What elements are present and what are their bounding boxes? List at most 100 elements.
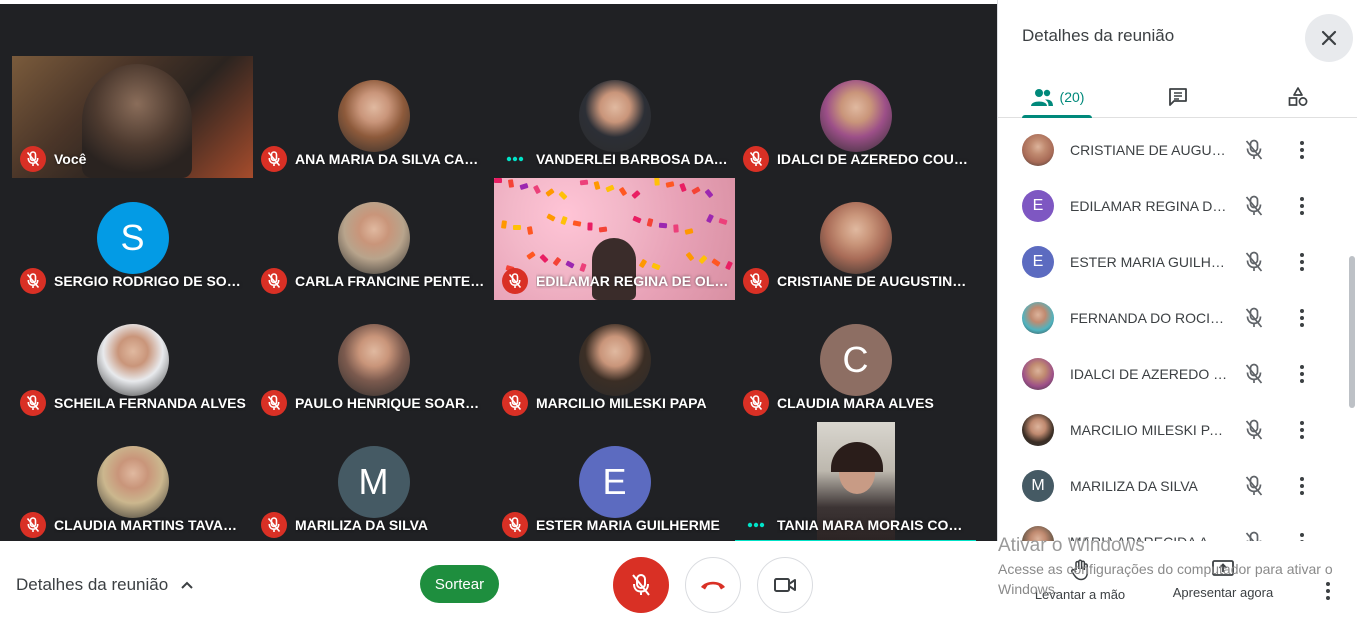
close-panel-button[interactable] [1305, 14, 1353, 62]
list-item[interactable]: FERNANDA DO ROCIO ... [998, 290, 1348, 346]
participant-more-button[interactable] [1290, 138, 1314, 162]
list-item[interactable]: IDALCI DE AZEREDO C... [998, 346, 1348, 402]
participant-avatar: C [819, 324, 892, 396]
participant-grid: Você ANA MARIA DA SILVA CAMP... VANDERLEI … [12, 56, 977, 545]
participant-more-button[interactable] [1290, 194, 1314, 218]
participant-tile[interactable]: IDALCI DE AZEREDO COUTIN... [735, 56, 976, 178]
people-count: (20) [1059, 89, 1085, 105]
list-item[interactable]: M MARILIZA DA SILVA [998, 458, 1348, 514]
participant-name: CLAUDIA MARA ALVES [777, 395, 934, 411]
mic-off-icon [632, 574, 650, 596]
participant-name: CRISTIANE DE AUGUSTINHO... [777, 273, 970, 289]
participant-tile[interactable]: CRISTIANE DE AUGUSTINHO... [735, 178, 976, 300]
participant-tile[interactable]: M MARILIZA DA SILVA [253, 422, 494, 544]
participant-avatar [337, 202, 410, 274]
chevron-up-icon [181, 581, 193, 589]
participant-name: IDALCI DE AZEREDO C... [1070, 366, 1228, 382]
leave-call-button[interactable] [685, 557, 741, 613]
participant-nameplate: CLAUDIA MARTINS TAVARES [20, 512, 247, 538]
panel-title: Detalhes da reunião [1022, 26, 1175, 45]
participant-avatar: S [96, 202, 169, 274]
mic-off-icon [20, 146, 46, 172]
participant-name: ESTER MARIA GUILHERME [536, 517, 720, 533]
mic-off-icon [743, 146, 769, 172]
participant-tile[interactable]: S SERGIO RODRIGO DE SOUZA... [12, 178, 253, 300]
participant-tile[interactable]: TANIA MARA MORAIS CORD... [735, 422, 976, 544]
participant-more-button[interactable] [1290, 474, 1314, 498]
mic-off-icon [1242, 362, 1266, 386]
sortear-button[interactable]: Sortear [420, 565, 499, 603]
participant-avatar [96, 446, 169, 518]
participant-tile[interactable]: ANA MARIA DA SILVA CAMP... [253, 56, 494, 178]
camera-icon [774, 578, 796, 592]
tab-chat[interactable] [1154, 76, 1202, 118]
participant-nameplate: SERGIO RODRIGO DE SOUZA... [20, 268, 247, 294]
participant-name: Você [54, 151, 87, 167]
participant-name: PAULO HENRIQUE SOARES B... [295, 395, 488, 411]
toggle-camera-button[interactable] [757, 557, 813, 613]
participant-nameplate: PAULO HENRIQUE SOARES B... [261, 390, 488, 416]
participant-nameplate: TANIA MARA MORAIS CORD... [743, 512, 970, 538]
participant-name: MARILIZA DA SILVA [295, 517, 428, 533]
participant-tile[interactable]: CARLA FRANCINE PENTEADO [253, 178, 494, 300]
participant-more-button[interactable] [1290, 530, 1314, 541]
participant-nameplate: MARILIZA DA SILVA [261, 512, 488, 538]
participant-nameplate: ANA MARIA DA SILVA CAMP... [261, 146, 488, 172]
participant-tile[interactable]: E ESTER MARIA GUILHERME [494, 422, 735, 544]
chat-icon [1169, 88, 1187, 106]
speaking-indicator-icon [502, 146, 528, 172]
present-now-button[interactable]: Apresentar agora [1168, 559, 1278, 600]
participant-list-scrollbar[interactable] [1349, 256, 1355, 408]
meeting-details-toggle[interactable]: Detalhes da reunião [16, 575, 194, 595]
participant-tile[interactable]: VANDERLEI BARBOSA DA SI... [494, 56, 735, 178]
mic-off-icon [1242, 418, 1266, 442]
participant-name: CRISTIANE DE AUGUSTI... [1070, 142, 1228, 158]
mic-off-icon [1242, 194, 1266, 218]
list-item[interactable]: E EDILAMAR REGINA DE ... [998, 178, 1348, 234]
list-item[interactable]: E ESTER MARIA GUILHER... [998, 234, 1348, 290]
participant-more-button[interactable] [1290, 306, 1314, 330]
participant-more-button[interactable] [1290, 418, 1314, 442]
participant-name: MARCILIO MILESKI PAPA [1070, 422, 1228, 438]
mic-off-icon [1242, 306, 1266, 330]
mic-off-icon [261, 146, 287, 172]
list-item[interactable]: MARIA APARECIDA ALB... [998, 514, 1348, 541]
participant-avatar [1022, 526, 1054, 541]
participant-tile[interactable]: EDILAMAR REGINA DE OLIV... [494, 178, 735, 300]
meeting-details-panel: Detalhes da reunião (20) CRISTIANE DE AU… [997, 0, 1357, 541]
participant-more-button[interactable] [1290, 250, 1314, 274]
speaking-indicator-icon [743, 512, 769, 538]
participant-name: MARCILIO MILESKI PAPA [536, 395, 707, 411]
toggle-microphone-button[interactable] [613, 557, 669, 613]
close-icon [1321, 30, 1337, 46]
more-options-button[interactable] [1316, 579, 1340, 603]
tab-people[interactable]: (20) [1022, 76, 1092, 118]
participant-tile[interactable]: SCHEILA FERNANDA ALVES [12, 300, 253, 422]
participant-nameplate: CLAUDIA MARA ALVES [743, 390, 970, 416]
participant-name: CLAUDIA MARTINS TAVARES [54, 517, 247, 533]
participant-tile[interactable]: PAULO HENRIQUE SOARES B... [253, 300, 494, 422]
mic-off-icon [502, 390, 528, 416]
participant-more-button[interactable] [1290, 362, 1314, 386]
list-item[interactable]: CRISTIANE DE AUGUSTI... [998, 122, 1348, 178]
participant-tile[interactable]: Você [12, 56, 253, 178]
mic-off-icon [502, 268, 528, 294]
participant-nameplate: IDALCI DE AZEREDO COUTIN... [743, 146, 970, 172]
raise-hand-button[interactable]: Levantar a mão [1030, 559, 1130, 602]
tab-activities[interactable] [1274, 76, 1322, 118]
participant-nameplate: MARCILIO MILESKI PAPA [502, 390, 729, 416]
hand-icon [1071, 559, 1088, 581]
participant-avatar [96, 324, 169, 396]
participant-name: CARLA FRANCINE PENTEADO [295, 273, 488, 289]
participant-tile[interactable]: MARCILIO MILESKI PAPA [494, 300, 735, 422]
participant-tile[interactable]: CLAUDIA MARTINS TAVARES [12, 422, 253, 544]
participant-name: IDALCI DE AZEREDO COUTIN... [777, 151, 970, 167]
activities-icon [1288, 87, 1308, 106]
list-item[interactable]: MARCILIO MILESKI PAPA [998, 402, 1348, 458]
participant-avatar: E [578, 446, 651, 518]
raise-hand-label: Levantar a mão [1034, 587, 1126, 602]
mic-off-icon [1242, 138, 1266, 162]
participant-tile[interactable]: C CLAUDIA MARA ALVES [735, 300, 976, 422]
participant-name: ESTER MARIA GUILHER... [1070, 254, 1228, 270]
present-screen-icon [1212, 560, 1234, 576]
